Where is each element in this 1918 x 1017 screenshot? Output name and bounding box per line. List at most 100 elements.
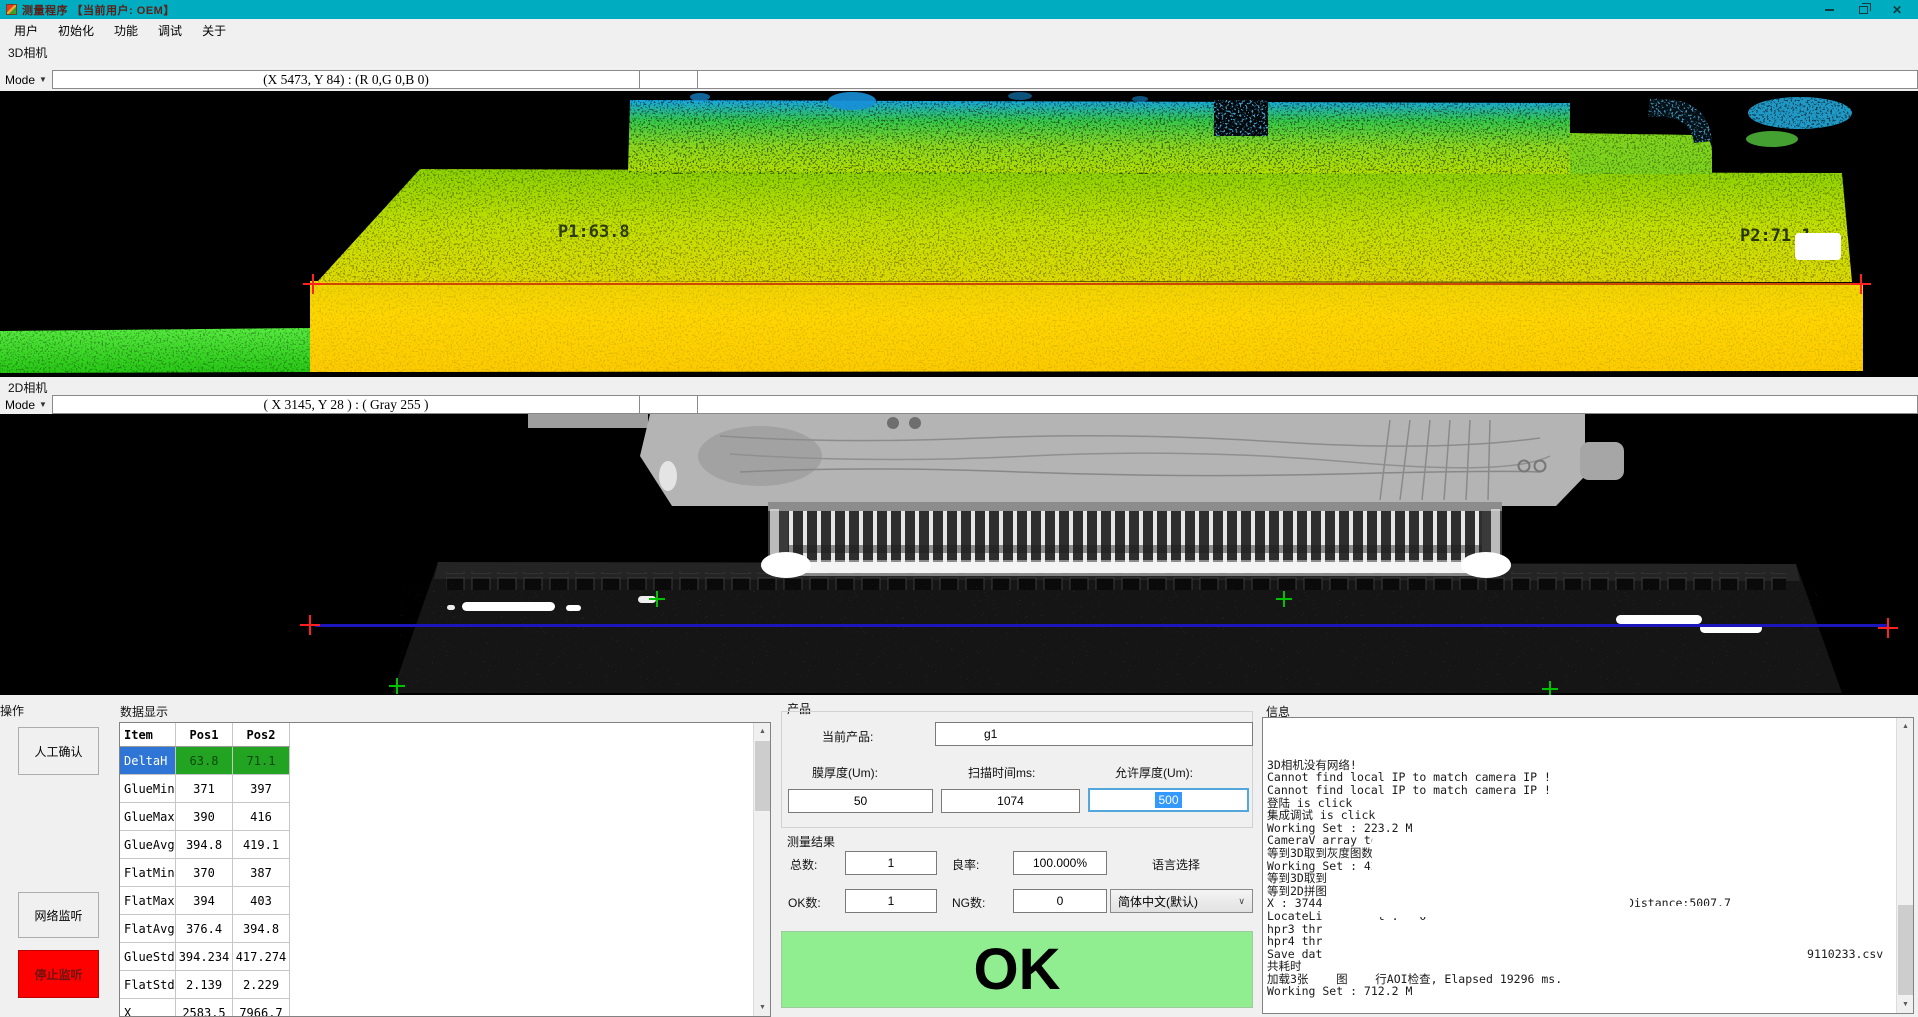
camera3d-label: 3D相机	[8, 44, 47, 61]
scroll-down-icon[interactable]: ▼	[1897, 996, 1914, 1013]
selected-text: 500	[1155, 792, 1181, 808]
menu-item[interactable]: 初始化	[48, 19, 104, 42]
pixel-readout-2d: ( X 3145, Y 28 ) : ( Gray 255 )	[52, 395, 640, 414]
table-row[interactable]: GlueStd 394.234 417.274	[120, 943, 290, 971]
ok-count-input[interactable]: 1	[845, 889, 937, 913]
mode-dropdown-2d[interactable]: Mode ▼	[0, 395, 52, 414]
menu-item[interactable]: 用户	[4, 19, 48, 42]
allowed-thickness-label: 允许厚度(Um):	[1115, 764, 1193, 781]
chevron-down-icon: ▼	[39, 400, 47, 409]
mode-dropdown-3d[interactable]: Mode ▼	[0, 70, 52, 89]
col-item: Item	[120, 723, 176, 746]
marker-cross-right-2d	[1878, 618, 1898, 638]
data-scrollbar[interactable]: ▲ ▼	[753, 723, 770, 1016]
film-thickness-input[interactable]: 50	[788, 789, 933, 813]
scroll-down-icon[interactable]: ▼	[754, 999, 771, 1016]
operation-label: 操作	[0, 702, 24, 719]
scroll-thumb[interactable]	[1898, 905, 1913, 995]
allowed-thickness-input[interactable]: 500	[1088, 788, 1249, 812]
table-row[interactable]: FlatMax 394 403	[120, 887, 290, 915]
minimize-icon	[1825, 9, 1834, 11]
table-row[interactable]: FlatMin 370 387	[120, 859, 290, 887]
scan-time-label: 扫描时间ms:	[968, 764, 1035, 781]
table-row[interactable]: GlueMax 390 416	[120, 803, 290, 831]
film-thickness-label: 膜厚度(Um):	[812, 764, 878, 781]
menu-bar: 用户初始化功能调试关于	[0, 19, 1918, 41]
restore-icon	[1859, 6, 1868, 14]
table-body: DeltaH 63.8 71.1 GlueMin 371 397 GlueMax…	[120, 747, 290, 1017]
mode-bar-box	[698, 70, 1918, 89]
grayscale-2d	[0, 414, 1918, 695]
data-display-panel: Item Pos1 Pos2 DeltaH 63.8 71.1 GlueMin …	[119, 722, 771, 1017]
camera2d-viewport[interactable]	[0, 414, 1918, 695]
mode-label: Mode	[5, 73, 35, 87]
language-select[interactable]: 简体中文(默认) ∨	[1110, 889, 1253, 913]
scan-time-input[interactable]: 1074	[941, 789, 1080, 813]
p1-measure-label: P1:63.8	[558, 222, 630, 242]
redaction-blob	[938, 724, 984, 744]
mode-bar-box	[640, 395, 698, 414]
data-display-label: 数据显示	[120, 703, 168, 720]
redaction-blob	[1640, 906, 1810, 923]
log-line: 共耗时	[1267, 960, 1887, 973]
redaction-blob	[1372, 833, 1630, 917]
yield-label: 良率:	[952, 856, 979, 873]
minimize-button[interactable]	[1812, 0, 1846, 19]
col-pos1: Pos1	[176, 723, 233, 746]
total-label: 总数:	[790, 856, 817, 873]
table-row[interactable]: DeltaH 63.8 71.1	[120, 747, 290, 775]
log-line: Working Set : 712.2 M	[1267, 985, 1887, 998]
language-selected-value: 简体中文(默认)	[1118, 893, 1198, 910]
log-line: Save dat 9110233.csv	[1267, 948, 1887, 961]
total-input[interactable]: 1	[845, 851, 937, 875]
menu-item[interactable]: 功能	[104, 19, 148, 42]
camera3d-mode-bar: Mode ▼ (X 5473, Y 84) : (R 0,G 0,B 0)	[0, 70, 1918, 89]
info-scrollbar[interactable]: ▲ ▼	[1896, 718, 1913, 1013]
heightmap-3d: P1:63.8 P2:71.1	[0, 91, 1918, 377]
menu-item[interactable]: 关于	[192, 19, 236, 42]
yield-input[interactable]: 100.000%	[1013, 851, 1107, 875]
ng-count-input[interactable]: 0	[1013, 889, 1107, 913]
result-status-indicator: OK	[781, 931, 1253, 1008]
chevron-down-icon: ▼	[39, 75, 47, 84]
log-line: 集成调试 is click	[1267, 809, 1887, 822]
alignment-line	[315, 624, 1888, 627]
camera3d-viewport[interactable]: P1:63.8 P2:71.1	[0, 91, 1918, 377]
table-row[interactable]: FlatStd 2.139 2.229	[120, 971, 290, 999]
table-row[interactable]: FlatAvg 376.4 394.8	[120, 915, 290, 943]
results-label: 测量结果	[787, 833, 835, 850]
scroll-thumb[interactable]	[755, 741, 770, 811]
table-row[interactable]: X 2583.5 7966.7	[120, 999, 290, 1017]
redaction-blob	[1795, 233, 1841, 260]
app-window: 测量程序 【当前用户: OEM】 ✕ 用户初始化功能调试关于 3D相机 Mode…	[0, 0, 1918, 1017]
chevron-down-icon: ∨	[1238, 896, 1245, 907]
redaction-blob	[1700, 928, 1890, 942]
language-label: 语言选择	[1152, 856, 1200, 873]
col-pos2: Pos2	[233, 723, 290, 746]
camera2d-mode-bar: Mode ▼ ( X 3145, Y 28 ) : ( Gray 255 )	[0, 395, 1918, 414]
app-icon	[6, 4, 17, 15]
log-line: Cannot find local IP to match camera IP …	[1267, 784, 1887, 797]
mode-label: Mode	[5, 398, 35, 412]
close-icon: ✕	[1892, 4, 1902, 16]
measurement-table: Item Pos1 Pos2 DeltaH 63.8 71.1 GlueMin …	[120, 723, 290, 1017]
table-row[interactable]: GlueMin 371 397	[120, 775, 290, 803]
marker-cross-left-2d	[300, 615, 320, 635]
pixel-readout-3d: (X 5473, Y 84) : (R 0,G 0,B 0)	[52, 70, 640, 89]
window-title: 测量程序 【当前用户: OEM】	[22, 2, 175, 18]
network-listen-button[interactable]: 网络监听	[18, 892, 99, 938]
manual-confirm-button[interactable]: 人工确认	[18, 727, 99, 775]
table-header: Item Pos1 Pos2	[120, 723, 290, 747]
menu-item[interactable]: 调试	[148, 19, 192, 42]
title-bar: 测量程序 【当前用户: OEM】 ✕	[0, 0, 1918, 19]
camera2d-label: 2D相机	[8, 379, 47, 396]
scroll-up-icon[interactable]: ▲	[1897, 718, 1914, 735]
scroll-up-icon[interactable]: ▲	[754, 723, 771, 740]
ng-count-label: NG数:	[952, 894, 985, 911]
ok-count-label: OK数:	[788, 894, 821, 911]
maximize-button[interactable]	[1846, 0, 1880, 19]
mode-bar-box	[640, 70, 698, 89]
close-button[interactable]: ✕	[1880, 0, 1914, 19]
table-row[interactable]: GlueAvg 394.8 419.1	[120, 831, 290, 859]
stop-listen-button[interactable]: 停止监听	[18, 950, 99, 998]
